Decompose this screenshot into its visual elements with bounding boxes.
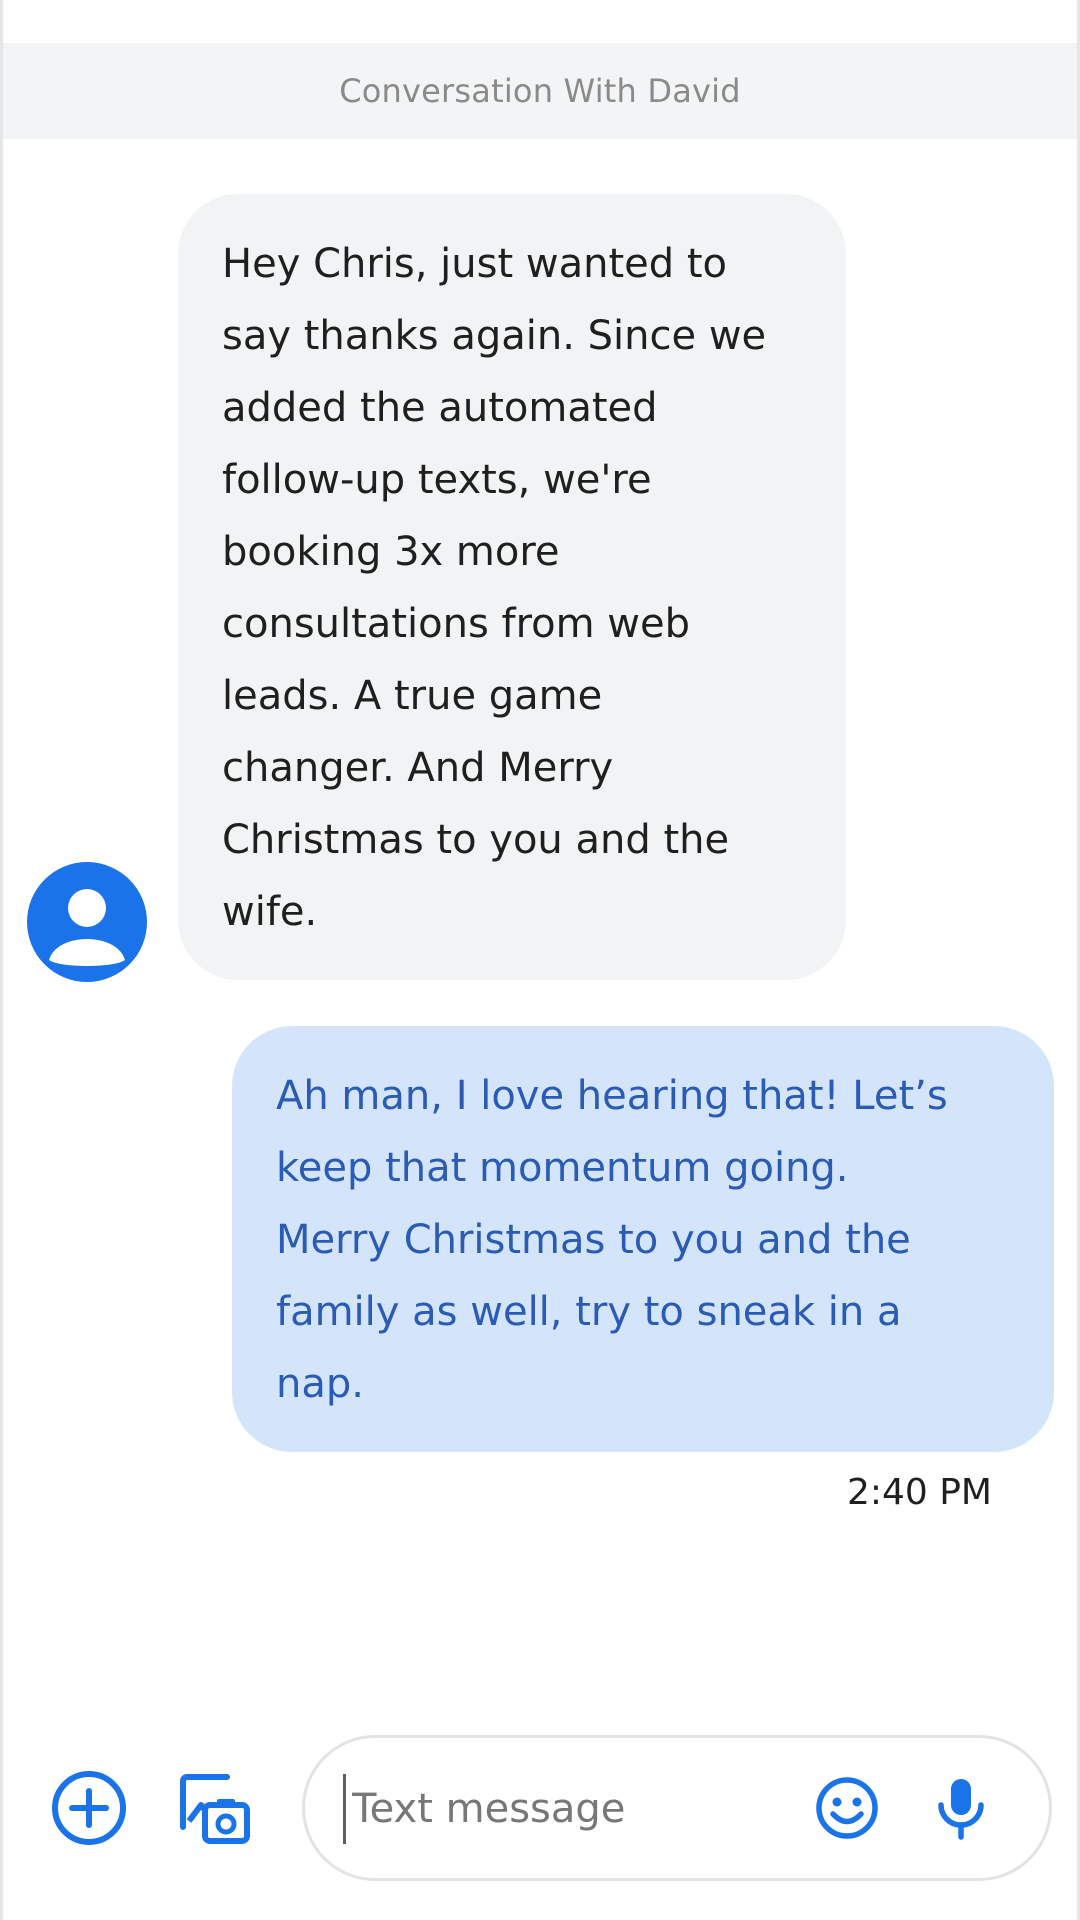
outgoing-message-bubble: Ah man, I love hearing that! Let’s keep … (232, 1026, 1054, 1452)
message-input[interactable] (343, 1774, 772, 1844)
add-circle-icon (50, 1769, 128, 1851)
conversation-screen: Conversation With David Hey Chris, just … (0, 0, 1080, 1920)
add-attachment-button[interactable] (47, 1768, 131, 1852)
emoji-button[interactable] (805, 1768, 889, 1852)
left-edge-divider (0, 0, 3, 1920)
voice-input-button[interactable] (919, 1768, 1003, 1852)
contact-avatar-icon[interactable] (27, 862, 147, 982)
gallery-button[interactable] (172, 1768, 256, 1852)
conversation-header: Conversation With David (3, 43, 1077, 139)
message-timestamp: 2:40 PM (846, 1472, 992, 1513)
message-composer (302, 1735, 1052, 1881)
gallery-icon (175, 1769, 253, 1851)
conversation-title: Conversation With David (339, 72, 741, 110)
incoming-message-bubble: Hey Chris, just wanted to say thanks aga… (178, 194, 846, 980)
microphone-icon (931, 1775, 991, 1845)
emoji-icon (814, 1775, 880, 1845)
